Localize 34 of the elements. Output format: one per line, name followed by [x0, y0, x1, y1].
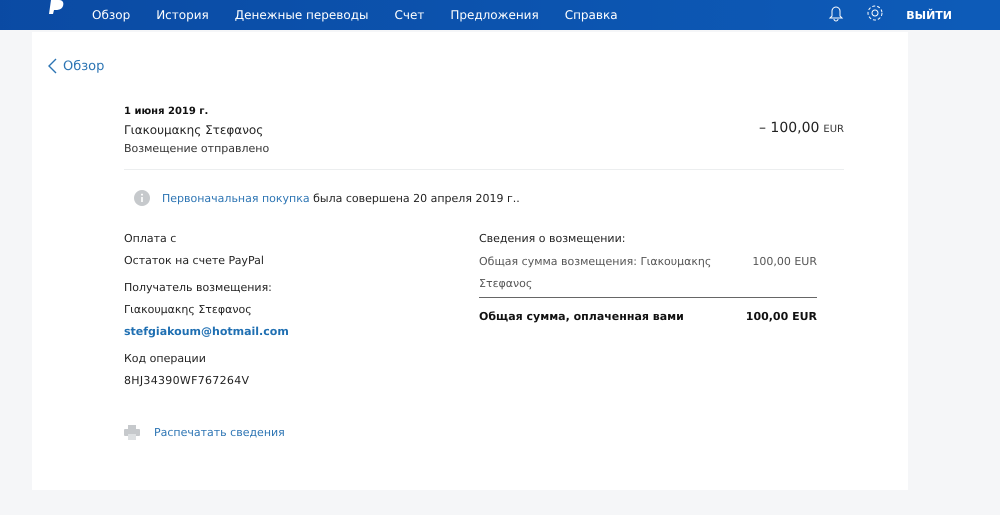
nav-link[interactable]: Предложения	[450, 8, 539, 22]
transaction-date: 1 июня 2019 г.	[124, 106, 210, 117]
notice-text: Первоначальная покупка была совершена 20 апреля 2019 г..	[162, 192, 520, 204]
status-text: Возмещение отправлено	[124, 142, 270, 155]
currency: EUR	[823, 124, 844, 135]
nav-link[interactable]: Обзор	[92, 8, 130, 22]
recipient-name: Γιακουμακης Στεφανος	[124, 123, 264, 137]
email-link[interactable]: stefgiakoum@hotmail.com	[124, 325, 479, 338]
print-link[interactable]: Распечатать сведения	[154, 426, 285, 439]
info-icon	[134, 190, 150, 206]
settings-icon	[866, 4, 884, 22]
refund-title: Сведения о возмещении:	[479, 232, 626, 245]
amount: – 100,00	[758, 120, 820, 136]
printer-icon	[124, 425, 140, 440]
refund-value: 100,00 EUR	[752, 254, 817, 270]
transaction-code: 8HJ34390WF767264V	[124, 374, 250, 387]
nav-link[interactable]: Справка	[564, 8, 618, 22]
field-value: Γιακουμακης Στεφανος	[124, 303, 253, 316]
purchase-link[interactable]: Первоначальная покупка	[162, 192, 310, 204]
field-value: Остаток на счете PayPal	[124, 254, 265, 267]
field-label: Оплата с	[124, 232, 178, 245]
total-value: 100,00 EUR	[746, 310, 817, 323]
logo-icon	[48, 0, 66, 14]
nav-link[interactable]: Денежные переводы	[234, 8, 368, 22]
logout-link[interactable]: ВЫЙТИ	[906, 9, 952, 22]
back-link[interactable]: Обзор	[48, 58, 104, 74]
total-label: Общая сумма, оплаченная вами	[479, 310, 684, 323]
nav-link[interactable]: История	[156, 8, 209, 22]
chevron-left-icon	[48, 58, 57, 74]
refund-label: Общая сумма возмещения: Γιακουμακης Στεφανος	[479, 254, 712, 292]
field-label: Получатель возмещения:	[124, 281, 273, 294]
field-label: Код операции	[124, 352, 207, 365]
nav-link[interactable]: Счет	[394, 8, 424, 22]
bell-icon	[828, 6, 844, 22]
